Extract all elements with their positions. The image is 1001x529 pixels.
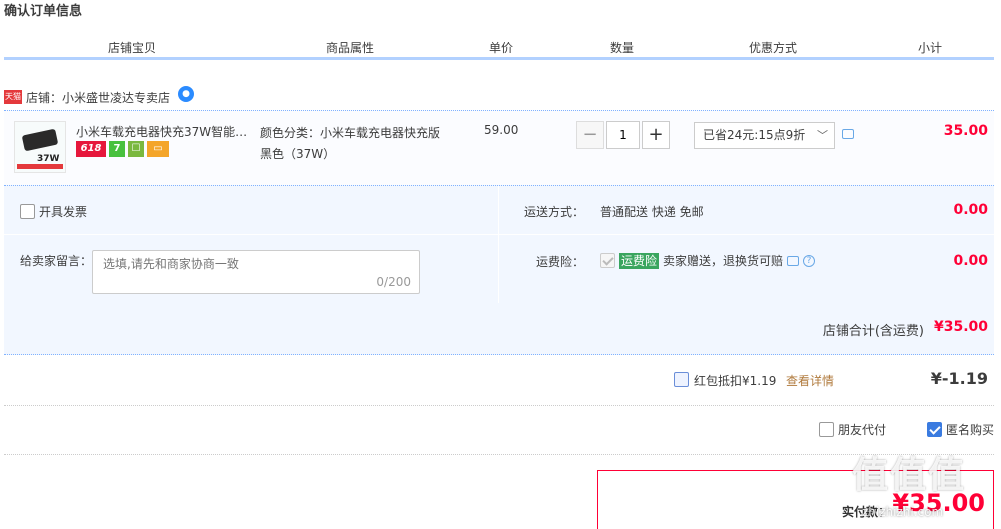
shipping-price: 0.00 xyxy=(953,202,988,218)
promo-618-icon: 618 xyxy=(76,141,106,157)
shop-total-amount: ¥35.00 xyxy=(933,319,988,335)
unit-price: 59.00 xyxy=(484,123,519,137)
product-thumbnail[interactable]: 37W xyxy=(14,121,66,173)
comment-icon[interactable] xyxy=(842,129,854,139)
shop-total: 店铺合计(含运费) ¥35.00 xyxy=(4,303,994,355)
thumb-strip xyxy=(17,164,63,169)
message-box: 0/200 xyxy=(92,250,420,294)
coupon-row: 红包抵扣¥1.19 查看详情 ¥-1.19 xyxy=(4,356,994,406)
coupon-checkbox[interactable] xyxy=(674,372,689,387)
anonymous-label: 匿名购买 xyxy=(946,423,995,437)
shipping-label: 运送方式： xyxy=(524,205,585,219)
friend-pay-checkbox[interactable] xyxy=(819,422,834,437)
friend-pay-option[interactable]: 朋友代付 xyxy=(819,421,886,438)
insurance-badge: 运费险 xyxy=(619,252,660,269)
anonymous-checkbox[interactable] xyxy=(927,422,942,437)
divider xyxy=(4,234,994,235)
item-row: 37W 小米车载充电器快充37W智能双口输出USB 618 7 ☐ ▭ 颜色分类… xyxy=(4,111,994,186)
message-label: 给卖家留言： xyxy=(20,254,93,268)
insurance-checkbox xyxy=(600,253,615,268)
coupon-amount: ¥-1.19 xyxy=(930,369,988,388)
help-icon[interactable]: ? xyxy=(803,254,816,267)
column-header: 店铺宝贝 商品属性 单价 数量 优惠方式 小计 xyxy=(4,38,994,60)
discount-value: 已省24元:15点9折 xyxy=(703,128,806,142)
wangwang-chat-icon[interactable]: ● xyxy=(178,86,195,102)
message-input[interactable] xyxy=(103,255,403,273)
attr-line-1: 颜色分类：小米车载充电器快充版 xyxy=(260,126,441,140)
discount-select[interactable]: 已省24元:15点9折 ﹀ xyxy=(694,122,835,149)
credit-card-icon: ▭ xyxy=(147,141,169,157)
qty-plus-button[interactable]: + xyxy=(642,121,670,149)
thumb-wattage: 37W xyxy=(37,154,60,164)
insurance-option: 运费险 卖家赠送，退换货可赔 ? xyxy=(600,252,816,269)
col-shop-item: 店铺宝贝 xyxy=(108,41,157,55)
tmall-badge-icon: 天猫 xyxy=(4,90,22,104)
order-item-block: 37W 小米车载充电器快充37W智能双口输出USB 618 7 ☐ ▭ 颜色分类… xyxy=(4,110,994,186)
insurance-price: 0.00 xyxy=(953,253,988,269)
shipping-method: 普通配送 快递 免邮 xyxy=(600,205,704,219)
chevron-down-icon: ﹀ xyxy=(817,129,828,142)
shop-total-label: 店铺合计(含运费) xyxy=(822,324,924,339)
order-extras: 开具发票 给卖家留言： 0/200 运送方式： 普通配送 快递 免邮 0.00 … xyxy=(4,185,994,304)
insurance-text: 卖家赠送，退换货可赔 xyxy=(663,254,784,268)
quantity-stepper: − + xyxy=(576,121,670,149)
attr-line-2: 黑色（37W） xyxy=(260,147,336,161)
comment-icon[interactable] xyxy=(787,255,800,266)
shop-line: 天猫 店铺：小米盛世凌达专卖店 ● xyxy=(4,86,195,108)
service-badge-icon: ☐ xyxy=(128,141,144,157)
product-attributes: 颜色分类：小米车载充电器快充版 黑色（37W） xyxy=(260,123,440,165)
invoice-label: 开具发票 xyxy=(39,205,88,219)
watermark-url: zhizhizhi.com xyxy=(862,505,944,519)
item-subtotal: 35.00 xyxy=(943,123,988,139)
product-name-link[interactable]: 小米车载充电器快充37W智能双口输出USB xyxy=(76,123,248,140)
col-quantity: 数量 xyxy=(610,41,635,55)
page-title: 确认订单信息 xyxy=(4,4,83,19)
col-subtotal: 小计 xyxy=(918,41,943,55)
col-attributes: 商品属性 xyxy=(326,41,375,55)
friend-pay-label: 朋友代付 xyxy=(838,423,887,437)
purchase-options: 朋友代付 匿名购买 xyxy=(4,407,994,455)
insurance-label: 运费险： xyxy=(536,255,585,269)
car-charger-image xyxy=(21,128,59,152)
qty-minus-button[interactable]: − xyxy=(576,121,604,149)
col-discount: 优惠方式 xyxy=(749,41,798,55)
invoice-checkbox[interactable] xyxy=(20,204,35,219)
qty-input[interactable] xyxy=(606,121,640,149)
invoice-option[interactable]: 开具发票 xyxy=(20,203,87,220)
shop-name-link[interactable]: 店铺：小米盛世凌达专卖店 xyxy=(26,89,170,106)
anonymous-option[interactable]: 匿名购买 xyxy=(927,421,994,438)
message-char-count: 0/200 xyxy=(376,275,411,289)
coupon-details-link[interactable]: 查看详情 xyxy=(786,372,834,389)
seven-day-return-icon: 7 xyxy=(109,141,125,157)
watermark-logo: 值值值 xyxy=(852,455,967,496)
coupon-label: 红包抵扣¥1.19 xyxy=(694,374,777,388)
col-unit-price: 单价 xyxy=(489,41,514,55)
promo-icons: 618 7 ☐ ▭ xyxy=(76,141,169,157)
